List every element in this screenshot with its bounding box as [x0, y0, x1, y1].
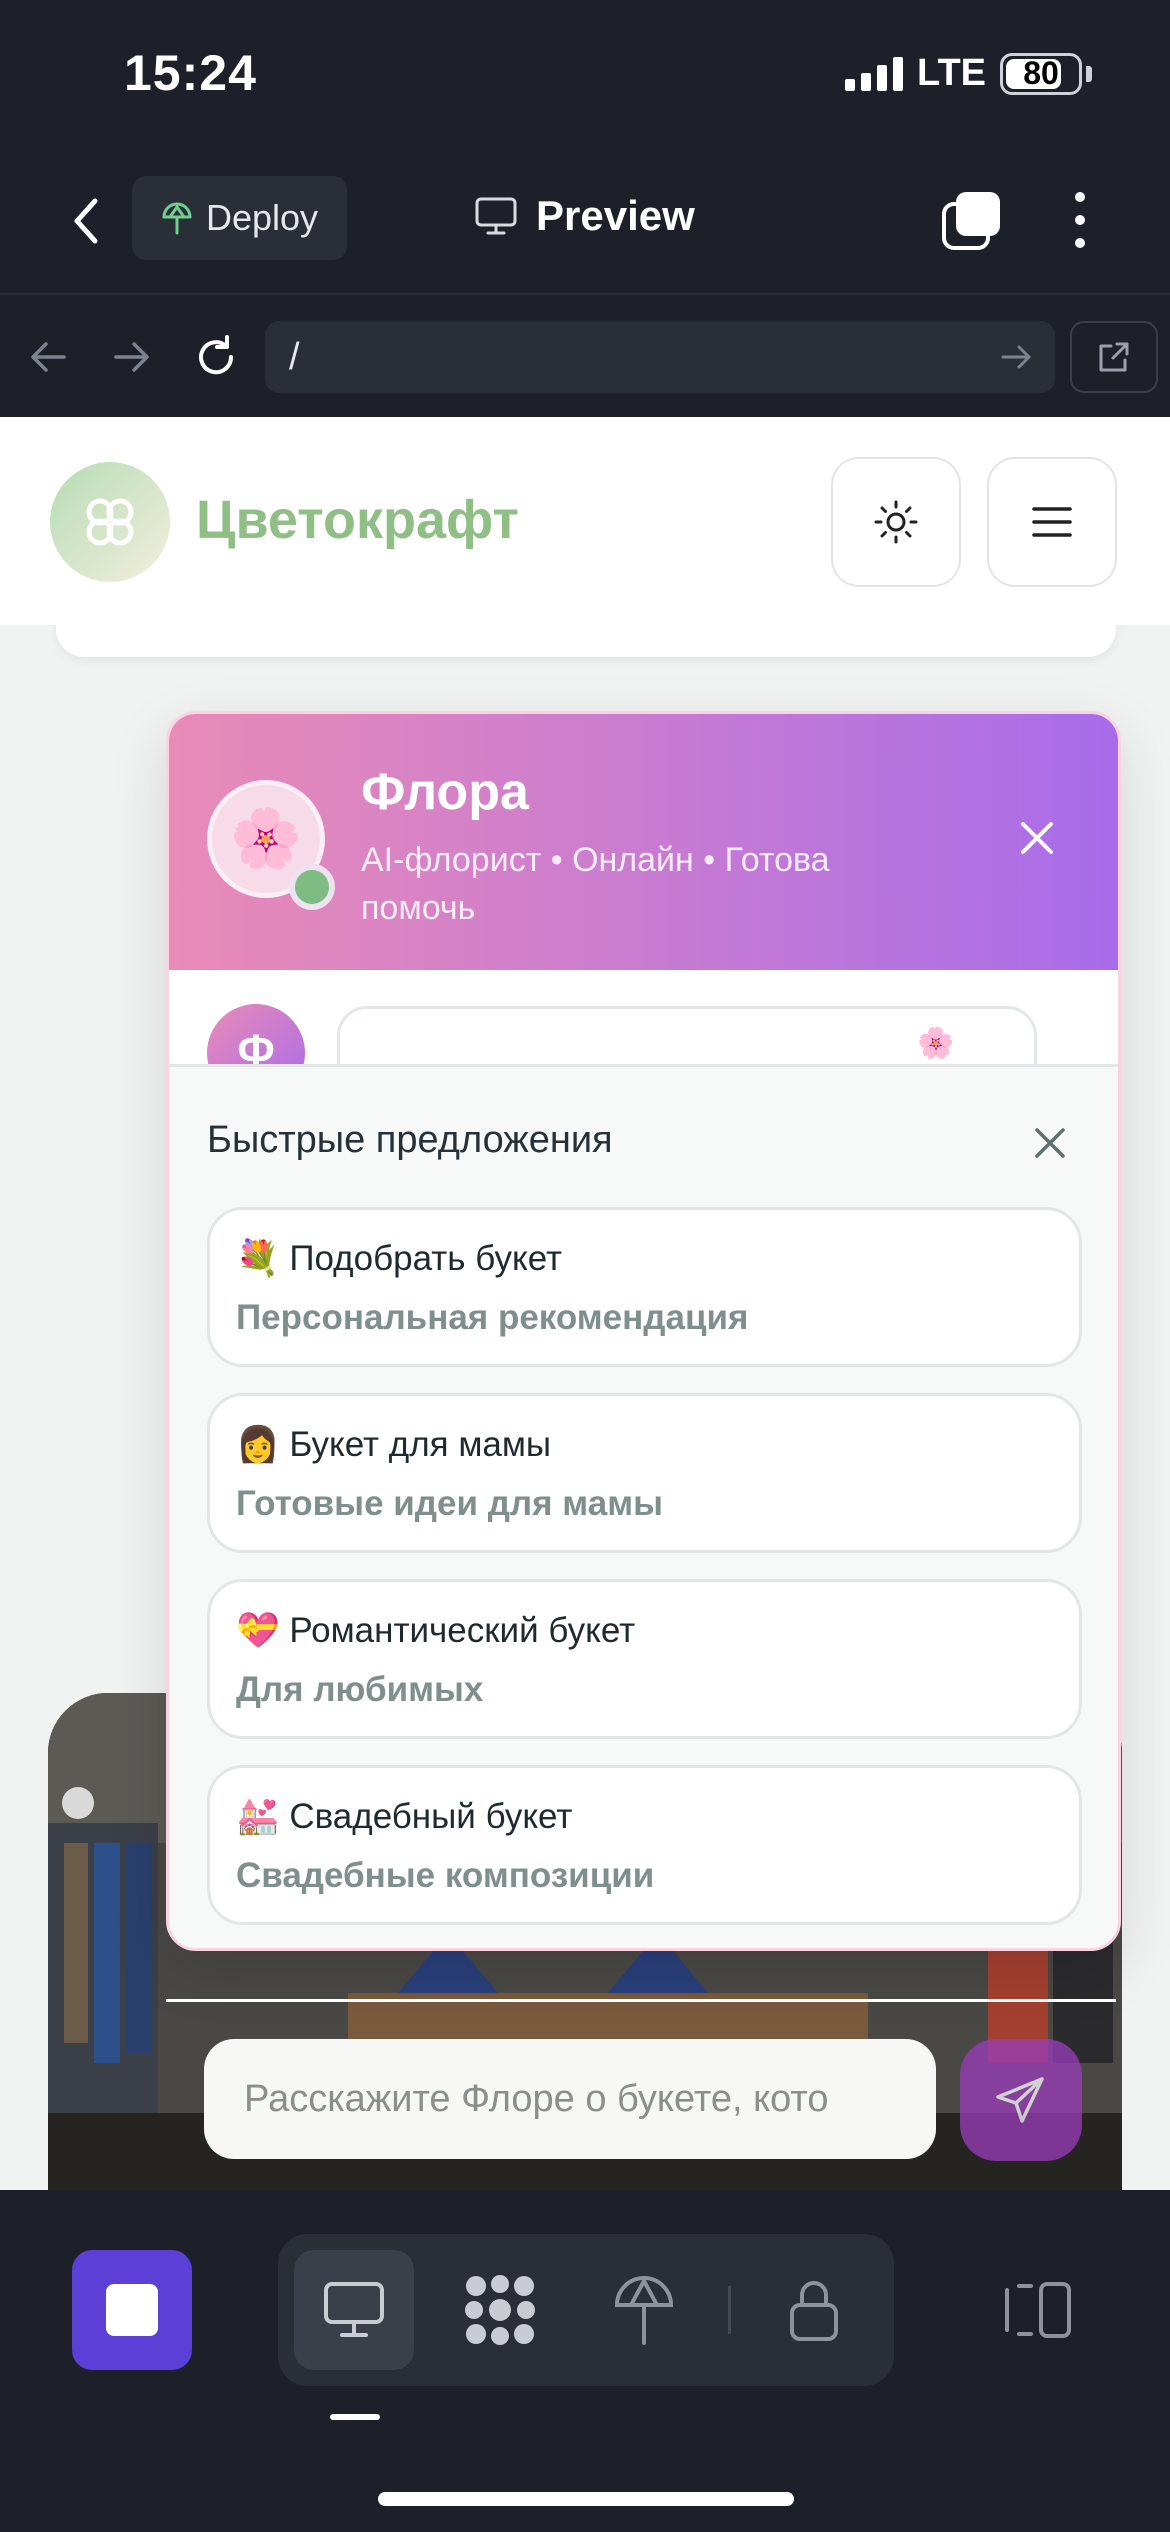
deploy-button[interactable]: Deploy — [132, 176, 347, 260]
suggestions-title: Быстрые предложения — [207, 1119, 613, 1161]
woman-icon: 👩 — [236, 1425, 280, 1464]
suggestion-label: 💒 Свадебный букет — [236, 1797, 573, 1836]
more-icon[interactable] — [1060, 188, 1100, 252]
heart-gift-icon: 💝 — [236, 1611, 280, 1650]
suggestion-card[interactable]: 💒 Свадебный букет Свадебные композиции — [207, 1765, 1082, 1925]
preview-view-button[interactable] — [294, 2250, 414, 2370]
deploy-icon — [162, 202, 192, 235]
composer-divider — [166, 1999, 1116, 2002]
send-icon — [996, 2077, 1044, 2123]
send-button[interactable] — [960, 2039, 1082, 2161]
signal-icon — [845, 56, 904, 91]
apps-view-button[interactable] — [440, 2250, 560, 2370]
status-indicators: LTE 80 — [845, 52, 1092, 95]
external-link-icon — [1099, 342, 1129, 372]
app-grid-icon — [465, 2275, 535, 2345]
layout-button[interactable] — [1000, 2254, 1076, 2366]
chat-message-input[interactable]: Расскажите Флоре о букете, кото — [204, 2039, 936, 2159]
menu-button[interactable] — [987, 457, 1117, 587]
message-list: Ф 🌸 — [169, 970, 1118, 1064]
battery-cap — [1086, 65, 1092, 82]
arrow-left-icon — [31, 342, 66, 372]
tabs-icon — [942, 192, 1000, 250]
monitor-icon — [324, 2282, 384, 2337]
bottom-toolbar — [0, 2190, 1170, 2532]
preview-title: Preview — [474, 192, 695, 240]
stop-icon — [106, 2284, 158, 2336]
nav-back-button[interactable] — [20, 329, 76, 385]
suggestion-description: Для любимых — [236, 1670, 484, 1709]
site-logo[interactable] — [50, 462, 170, 582]
reload-button[interactable] — [188, 329, 244, 385]
go-icon[interactable] — [999, 337, 1035, 377]
lock-icon — [790, 2281, 838, 2341]
flower-logo-icon — [86, 498, 134, 546]
nav-forward-button[interactable] — [104, 329, 160, 385]
view-switcher — [278, 2234, 894, 2386]
theme-toggle-button[interactable] — [831, 457, 961, 587]
bot-status: AI-флорист • Онлайн • Готова помочь — [361, 841, 830, 927]
status-bar: 15:24 LTE 80 — [0, 0, 1170, 150]
back-icon — [74, 198, 98, 244]
close-icon — [1035, 1128, 1065, 1158]
network-type: LTE — [917, 52, 986, 94]
chat-close-button[interactable] — [1009, 810, 1065, 866]
suggestion-description: Свадебные композиции — [236, 1856, 655, 1895]
suggestion-label: 💐 Подобрать букет — [236, 1239, 563, 1278]
bouquet-icon: 💐 — [236, 1239, 280, 1278]
arrow-right-icon — [114, 342, 149, 372]
hamburger-icon — [1032, 507, 1072, 537]
suggestions-close-button[interactable] — [1024, 1117, 1076, 1169]
lock-button[interactable] — [754, 2250, 874, 2370]
preview-label: Preview — [536, 192, 695, 239]
active-view-indicator — [330, 2414, 380, 2420]
site-header: Цветокрафт — [0, 417, 1170, 625]
home-indicator[interactable] — [378, 2492, 794, 2506]
tabs-button[interactable] — [940, 188, 1004, 252]
suggestion-card[interactable]: 💝 Романтический букет Для любимых — [207, 1579, 1082, 1739]
back-button[interactable] — [58, 188, 114, 254]
sun-icon — [874, 500, 918, 544]
deploy-view-button[interactable] — [584, 2250, 704, 2370]
bot-name: Флора — [361, 763, 529, 821]
suggestion-label: 👩 Букет для мамы — [236, 1425, 552, 1464]
reload-icon — [199, 335, 234, 375]
url-text: / — [289, 335, 300, 378]
chat-header: 🌸 Флора AI-флорист • Онлайн • Готова пом… — [169, 714, 1118, 970]
suggestion-description: Персональная рекомендация — [236, 1298, 749, 1337]
status-time: 15:24 — [124, 45, 257, 101]
app-topbar: Deploy Preview — [0, 150, 1170, 295]
battery-icon: 80 — [1000, 52, 1082, 95]
suggestions-panel: Быстрые предложения 💐 Подобрать букет Пе… — [169, 1064, 1118, 1948]
message-flower: 🌸 — [917, 1027, 955, 1060]
suggestion-card[interactable]: 👩 Букет для мамы Готовые идеи для мамы — [207, 1393, 1082, 1553]
suggestion-description: Готовые идеи для мамы — [236, 1484, 663, 1523]
deploy-label: Deploy — [206, 197, 319, 238]
layout-icon — [1005, 2282, 1071, 2338]
message-avatar: Ф — [207, 1004, 305, 1064]
monitor-icon — [475, 197, 517, 235]
suggestion-label: 💝 Романтический букет — [236, 1611, 636, 1650]
url-input[interactable]: / — [265, 321, 1055, 393]
suggestion-card[interactable]: 💐 Подобрать букет Персональная рекоменда… — [207, 1207, 1082, 1367]
battery-percent: 80 — [1023, 55, 1059, 91]
deploy-icon — [614, 2276, 674, 2345]
chat-widget: 🌸 Флора AI-флорист • Онлайн • Готова пом… — [166, 711, 1121, 1951]
wedding-icon: 💒 — [236, 1797, 280, 1836]
web-page: Цветокрафт 🌸 Флора AI-флорист • Онлайн •… — [0, 417, 1170, 2190]
open-external-button[interactable] — [1070, 321, 1158, 393]
close-icon — [1021, 822, 1053, 854]
online-indicator — [289, 864, 335, 910]
browser-bar: / — [0, 297, 1170, 417]
toolbar-separator — [728, 2286, 731, 2334]
brand-name: Цветокрафт — [196, 490, 519, 550]
stop-button[interactable] — [72, 2250, 192, 2370]
